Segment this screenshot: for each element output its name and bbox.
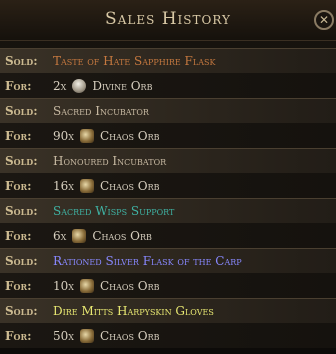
price-quantity: 50x: [53, 328, 74, 343]
for-row: For: 50x Chaos Orb: [0, 323, 336, 348]
sold-row: Sold: Sacred Incubator: [0, 98, 336, 123]
sold-row: Sold: Honoured Incubator: [0, 148, 336, 173]
for-row: For: 10x Chaos Orb: [0, 273, 336, 298]
sold-row: Sold: Sacred Wisps Support: [0, 198, 336, 223]
price-quantity: 16x: [53, 178, 74, 193]
sold-label: Sold:: [5, 54, 38, 68]
chaos-orb-icon: [79, 278, 94, 293]
currency-name: Divine Orb: [92, 78, 153, 93]
price-quantity: 10x: [53, 278, 74, 293]
price-quantity: 6x: [53, 228, 67, 243]
divine-orb-icon: [72, 78, 87, 93]
currency-name: Chaos Orb: [99, 328, 160, 343]
for-row: For: 16x Chaos Orb: [0, 173, 336, 198]
for-label: For:: [5, 128, 32, 143]
sold-row: Sold: Taste of Hate Sapphire Flask: [0, 48, 336, 73]
close-icon[interactable]: ✕: [314, 10, 334, 30]
for-label: For:: [5, 278, 32, 293]
sale-entry: Sold: Sacred Wisps Support For: 6x Chaos…: [0, 198, 336, 248]
item-name[interactable]: Sacred Incubator: [53, 104, 149, 118]
currency-name: Chaos Orb: [99, 178, 160, 193]
for-row: For: 2x Divine Orb: [0, 73, 336, 98]
sales-history-panel: Sales History ✕ Sold: Taste of Hate Sapp…: [0, 0, 336, 354]
price-quantity: 2x: [53, 78, 67, 93]
item-name[interactable]: Rationed Silver Flask of the Carp: [53, 254, 242, 268]
chaos-orb-icon: [72, 228, 87, 243]
for-label: For:: [5, 228, 32, 243]
chaos-orb-icon: [79, 178, 94, 193]
item-name[interactable]: Sacred Wisps Support: [53, 204, 174, 218]
item-name[interactable]: Honoured Incubator: [53, 154, 166, 168]
for-label: For:: [5, 178, 32, 193]
sale-entry: Sold: Taste of Hate Sapphire Flask For: …: [0, 48, 336, 98]
panel-header: Sales History ✕: [0, 0, 336, 41]
sold-label: Sold:: [5, 104, 38, 118]
item-name[interactable]: Taste of Hate Sapphire Flask: [53, 54, 215, 68]
sale-entry: Sold: Sacred Incubator For: 90x Chaos Or…: [0, 98, 336, 148]
for-label: For:: [5, 328, 32, 343]
currency-name: Chaos Orb: [99, 128, 160, 143]
sold-row: Sold: Rationed Silver Flask of the Carp: [0, 248, 336, 273]
panel-title: Sales History: [105, 9, 231, 29]
sale-entry: Sold: Rationed Silver Flask of the Carp …: [0, 248, 336, 298]
chaos-orb-icon: [79, 128, 94, 143]
sold-label: Sold:: [5, 204, 38, 218]
for-row: For: 90x Chaos Orb: [0, 123, 336, 148]
currency-name: Chaos Orb: [99, 278, 160, 293]
for-label: For:: [5, 78, 32, 93]
chaos-orb-icon: [79, 328, 94, 343]
sold-label: Sold:: [5, 304, 38, 318]
sold-label: Sold:: [5, 154, 38, 168]
sale-entry: Sold: Dire Mitts Harpyskin Gloves For: 5…: [0, 298, 336, 348]
currency-name: Chaos Orb: [92, 228, 152, 243]
sold-label: Sold:: [5, 254, 38, 268]
item-name[interactable]: Dire Mitts Harpyskin Gloves: [53, 304, 214, 318]
for-row: For: 6x Chaos Orb: [0, 223, 336, 248]
sales-list: Sold: Taste of Hate Sapphire Flask For: …: [0, 48, 336, 348]
sale-entry: Sold: Honoured Incubator For: 16x Chaos …: [0, 148, 336, 198]
price-quantity: 90x: [53, 128, 74, 143]
sold-row: Sold: Dire Mitts Harpyskin Gloves: [0, 298, 336, 323]
